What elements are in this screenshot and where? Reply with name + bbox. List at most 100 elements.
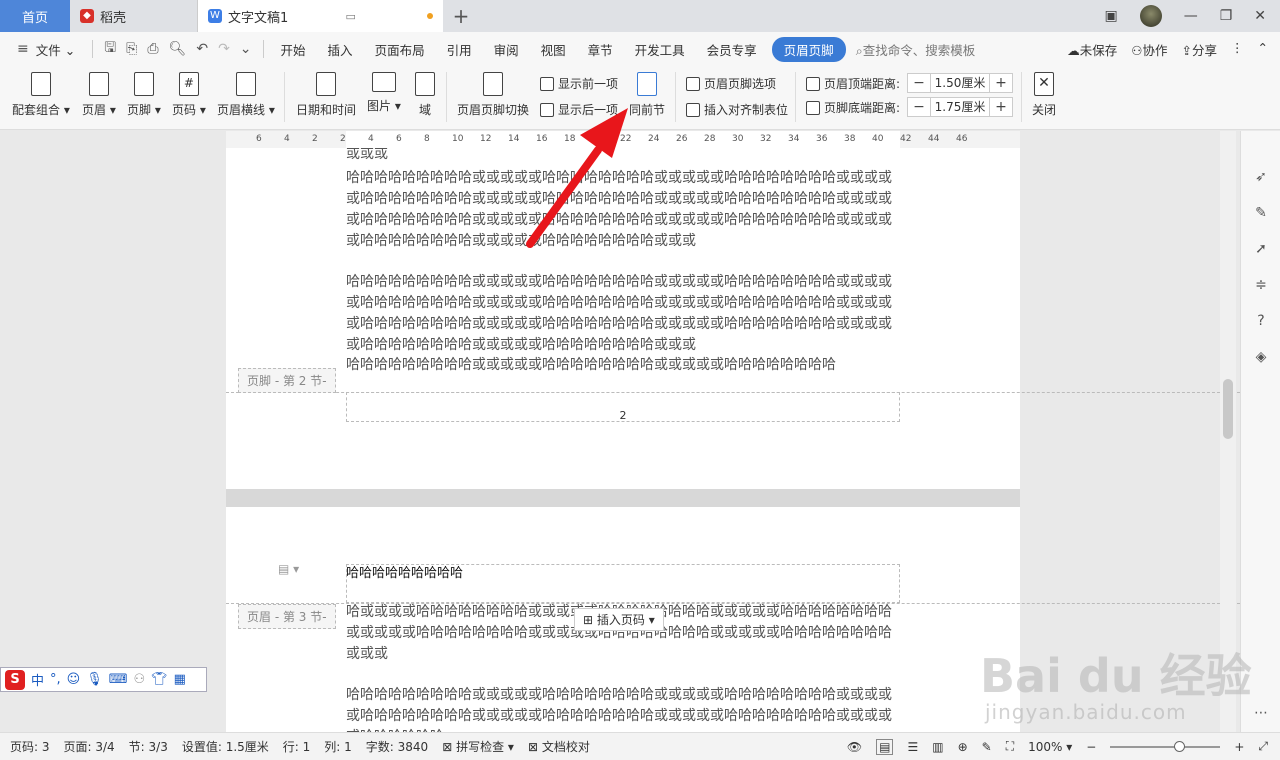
emoji-icon[interactable]: ☺ xyxy=(67,672,81,687)
cursor-icon[interactable]: ➚ xyxy=(1253,241,1269,257)
shirt-icon[interactable]: 👕︎ xyxy=(151,672,168,687)
more-icon[interactable]: ⋮ xyxy=(1231,40,1244,59)
zoom-slider[interactable] xyxy=(1110,740,1221,752)
header-top-value[interactable]: 1.50厘米 xyxy=(930,74,990,92)
menu-item[interactable]: 页面布局 xyxy=(364,40,436,59)
minimize-icon[interactable]: — xyxy=(1184,8,1198,24)
page-view-icon[interactable]: ▤ xyxy=(876,738,894,755)
insert-page-number-button[interactable]: ⊞ 插入页码 ▾ xyxy=(574,608,664,631)
fit-icon[interactable]: ⛶ xyxy=(1006,739,1014,754)
preview-icon[interactable]: 🔍︎ xyxy=(164,41,192,57)
increase-button[interactable]: + xyxy=(990,75,1012,91)
paragraph[interactable]: 哈哈哈哈哈哈哈哈哈或或或或或哈哈哈哈哈哈哈哈或或或或或哈哈哈哈哈哈哈哈或或或或或… xyxy=(346,168,900,252)
pen-icon[interactable]: ✎ xyxy=(1253,205,1269,221)
redo-icon[interactable]: ↷ xyxy=(213,41,235,57)
mic-icon[interactable]: 🎙︎ xyxy=(86,672,103,687)
switch-header-footer-button[interactable]: 页眉页脚切换 xyxy=(457,66,529,118)
picture-button[interactable]: 图片 ▾ xyxy=(367,66,401,114)
close-header-footer-button[interactable]: ✕ 关闭 xyxy=(1032,66,1056,118)
avatar[interactable] xyxy=(1139,5,1162,27)
web-view-icon[interactable]: ⊕ xyxy=(958,740,968,754)
menu-item[interactable]: 视图 xyxy=(530,40,577,59)
collapse-icon[interactable]: ⌃ xyxy=(1258,40,1268,59)
datetime-button[interactable]: 日期和时间 xyxy=(296,66,356,118)
status-words[interactable]: 字数: 3840 xyxy=(366,738,428,755)
insert-align-tab-button[interactable]: 插入对齐制表位 xyxy=(686,101,788,118)
save-icon[interactable]: 🖫 xyxy=(99,37,121,61)
monitor-icon[interactable]: ▭ xyxy=(345,10,355,23)
collab-button[interactable]: ⚇协作 xyxy=(1131,40,1167,59)
share-button[interactable]: ⇪分享 xyxy=(1182,40,1218,59)
status-pages[interactable]: 页面: 3/4 xyxy=(64,738,115,755)
paragraph[interactable]: 哈哈哈哈哈哈哈哈哈或或或或或哈哈哈哈哈哈哈哈或或或或或哈哈哈哈哈哈哈哈 xyxy=(346,355,900,376)
same-as-previous-button[interactable]: 同前节 xyxy=(629,66,665,118)
header-button[interactable]: 页眉 ▾ xyxy=(82,66,116,118)
sliders-icon[interactable]: ≑ xyxy=(1253,277,1269,293)
undo-icon[interactable]: ↶ xyxy=(191,41,213,57)
zoom-level[interactable]: 100% ▾ xyxy=(1028,740,1072,754)
spell-check-button[interactable]: ⊠ 拼写检查 ▾ xyxy=(442,738,514,755)
new-tab-button[interactable]: + xyxy=(443,0,479,32)
tab-daoke[interactable]: ◆ 稻壳 xyxy=(70,0,198,32)
show-next-button[interactable]: 显示后一项 xyxy=(540,101,618,118)
print-icon[interactable]: ⎙ xyxy=(142,41,163,57)
zoom-slider-knob[interactable] xyxy=(1174,740,1186,752)
menu-item[interactable]: 章节 xyxy=(577,40,624,59)
paragraph[interactable]: 哈哈哈哈哈哈哈哈哈或或或或或哈哈哈哈哈哈哈哈或或或或或哈哈哈哈哈哈哈哈或或或或或… xyxy=(346,272,900,356)
eye-protection-icon[interactable]: 👁︎ xyxy=(847,740,862,754)
text-fragment[interactable]: 或或或 xyxy=(346,148,900,160)
header-options-icon[interactable]: ▤ ▾ xyxy=(278,562,299,576)
tab-document[interactable]: W 文字文稿1 ▭ xyxy=(198,0,443,32)
read-view-icon[interactable]: ▥ xyxy=(932,740,943,754)
close-window-icon[interactable]: ✕ xyxy=(1254,8,1266,24)
outline-view-icon[interactable]: ☰ xyxy=(907,740,918,754)
decrease-button[interactable]: − xyxy=(908,99,930,115)
more-quick-icon[interactable]: ⌄ xyxy=(235,41,257,57)
footer-box[interactable]: 2 xyxy=(346,392,900,422)
hamburger-icon[interactable]: ≡ xyxy=(12,41,34,57)
fullscreen-icon[interactable]: ⤢ xyxy=(1258,739,1268,754)
proofread-button[interactable]: ⊠ 文档校对 xyxy=(528,738,590,755)
command-search[interactable]: ⌕查找命令、搜索模板 xyxy=(856,40,976,59)
grid-icon[interactable]: ▦ xyxy=(174,672,186,687)
horizontal-ruler[interactable]: 6 4 2 2 4 6 8 10 12 14 16 18 20 22 24 26 28 30 32 34 36 38 40 4… xyxy=(226,131,1020,148)
menu-item[interactable]: 会员专享 xyxy=(696,40,768,59)
export-icon[interactable]: ⎘ xyxy=(121,41,142,57)
page-number[interactable]: 2 xyxy=(347,409,899,422)
keyboard-icon[interactable]: ⌨ xyxy=(109,672,128,687)
header-top-spinner[interactable]: − 1.50厘米 + xyxy=(907,73,1013,93)
sogou-logo-icon[interactable]: S xyxy=(5,669,25,690)
ime-lang[interactable]: 中 xyxy=(31,670,44,689)
zoom-out-button[interactable]: − xyxy=(1086,740,1096,754)
menu-item[interactable]: 开始 xyxy=(270,40,317,59)
paragraph[interactable]: 哈哈哈哈哈哈哈哈哈或或或或或哈哈哈哈哈哈哈哈或或或或或哈哈哈哈哈哈哈哈或或或或或… xyxy=(346,685,900,732)
combo-button[interactable]: 配套组合 ▾ xyxy=(12,66,70,118)
restore-icon[interactable]: ❐ xyxy=(1220,8,1233,24)
tab-home[interactable]: 首页 xyxy=(0,0,70,32)
status-setting[interactable]: 设置值: 1.5厘米 xyxy=(182,738,269,755)
show-prev-button[interactable]: 显示前一项 xyxy=(540,75,618,92)
page-2[interactable]: 或或或 哈哈哈哈哈哈哈哈哈或或或或或哈哈哈哈哈哈哈哈或或或或或哈哈哈哈哈哈哈哈或… xyxy=(226,148,1020,489)
ai-icon[interactable]: ◈ xyxy=(1253,349,1269,365)
increase-button[interactable]: + xyxy=(990,99,1012,115)
rocket-icon[interactable]: ➶ xyxy=(1253,169,1269,185)
user-icon[interactable]: ⚇ xyxy=(134,672,146,687)
page-number-button[interactable]: # 页码 ▾ xyxy=(172,66,206,118)
footer-bottom-spinner[interactable]: − 1.75厘米 + xyxy=(907,97,1013,117)
field-button[interactable]: 域 xyxy=(415,66,435,118)
unsaved-button[interactable]: ☁未保存 xyxy=(1067,40,1117,59)
menu-item[interactable]: 插入 xyxy=(317,40,364,59)
menu-file[interactable]: 文件 ⌄ xyxy=(34,40,86,59)
punctuation-icon[interactable]: °, xyxy=(50,672,61,687)
help-icon[interactable]: ? xyxy=(1253,313,1269,329)
scrollbar-thumb[interactable] xyxy=(1223,379,1233,439)
footer-button[interactable]: 页脚 ▾ xyxy=(127,66,161,118)
window-count-icon[interactable]: ▣ xyxy=(1104,8,1117,24)
menu-header-footer-active[interactable]: 页眉页脚 xyxy=(771,36,846,62)
decrease-button[interactable]: − xyxy=(908,75,930,91)
zoom-in-button[interactable]: + xyxy=(1234,740,1244,754)
header-line-button[interactable]: 页眉横线 ▾ xyxy=(217,66,275,118)
footer-bottom-value[interactable]: 1.75厘米 xyxy=(930,98,990,116)
more-dots-icon[interactable]: ⋯ xyxy=(1253,705,1269,721)
menu-item[interactable]: 开发工具 xyxy=(624,40,696,59)
